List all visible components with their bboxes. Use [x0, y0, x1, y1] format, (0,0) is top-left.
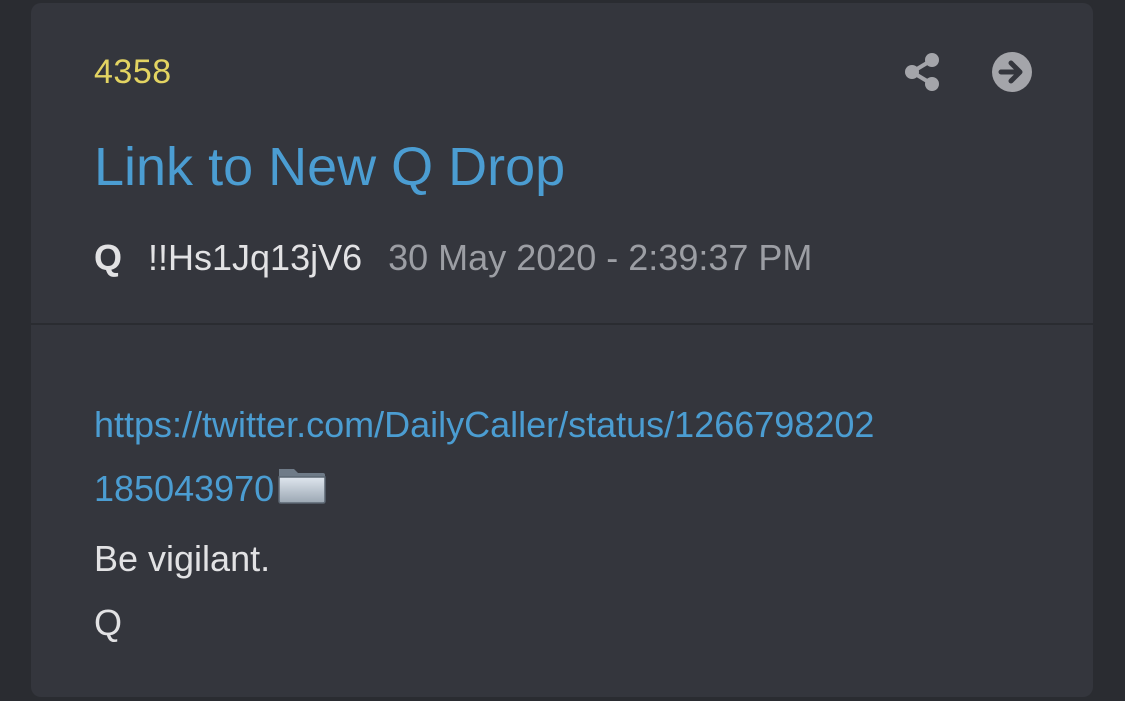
post-card: 4358 Link to New Q Drop Q !!Hs1Jq13jV6 3…	[31, 3, 1093, 697]
post-number[interactable]: 4358	[94, 53, 172, 92]
post-title[interactable]: Link to New Q Drop	[94, 136, 565, 198]
arrow-right-circle-icon[interactable]	[991, 51, 1033, 93]
post-body: https://twitter.com/DailyCaller/status/1…	[94, 393, 1034, 655]
tweet-link-line1: https://twitter.com/DailyCaller/status/1…	[94, 404, 875, 445]
page: 4358 Link to New Q Drop Q !!Hs1Jq13jV6 3…	[0, 0, 1125, 701]
post-timestamp: 30 May 2020 - 2:39:37 PM	[388, 237, 813, 278]
author-name: Q	[94, 237, 123, 278]
divider	[31, 323, 1093, 325]
folder-icon[interactable]	[276, 463, 328, 527]
tweet-link-line2: 185043970	[94, 468, 275, 509]
post-header: 4358 Link to New Q Drop Q !!Hs1Jq13jV6 3…	[31, 3, 1093, 323]
tripcode: !!Hs1Jq13jV6	[148, 237, 363, 278]
post-meta: Q !!Hs1Jq13jV6 30 May 2020 - 2:39:37 PM	[94, 237, 812, 279]
tweet-link[interactable]: https://twitter.com/DailyCaller/status/1…	[94, 393, 1034, 527]
post-actions	[901, 51, 1033, 93]
share-icon[interactable]	[901, 51, 943, 93]
body-line-2: Q	[94, 602, 123, 643]
body-line-1: Be vigilant.	[94, 538, 271, 579]
